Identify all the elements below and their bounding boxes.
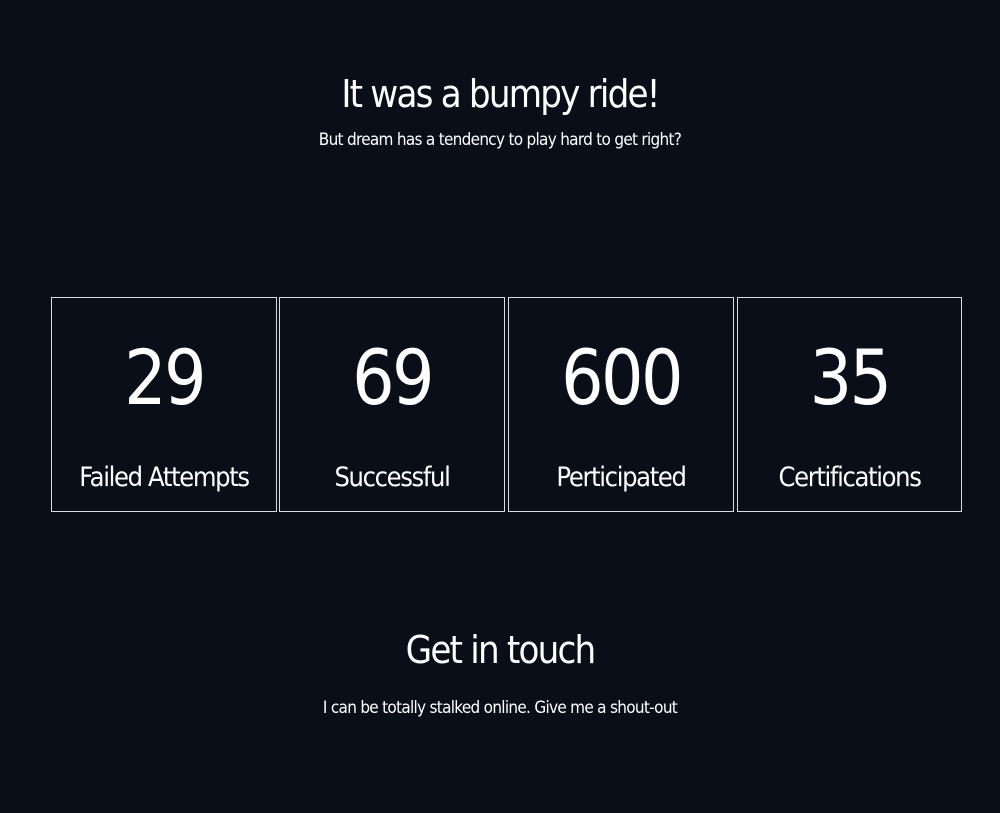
stat-card-certifications: 35 Certifications <box>737 297 962 512</box>
stats-header: It was a bumpy ride! But dream has a ten… <box>0 68 1000 152</box>
stat-value: 69 <box>352 333 434 422</box>
stat-value: 600 <box>561 333 683 422</box>
stats-grid: 29 Failed Attempts 69 Successful 600 Per… <box>51 297 962 512</box>
contact-header: Get in touch I can be totally stalked on… <box>0 624 1000 720</box>
stats-title: It was a bumpy ride! <box>341 72 660 116</box>
stat-label: Perticipated <box>556 462 687 493</box>
stat-card-participated: 600 Perticipated <box>508 297 734 512</box>
stat-card-failed-attempts: 29 Failed Attempts <box>51 297 277 512</box>
stat-value: 35 <box>809 333 892 422</box>
stat-label: Failed Attempts <box>79 462 250 493</box>
stat-label: Successful <box>334 462 450 493</box>
stat-label: Certifications <box>778 462 921 493</box>
stat-card-successful: 69 Successful <box>279 297 505 512</box>
stats-subtitle: But dream has a tendency to play hard to… <box>318 130 682 150</box>
page: It was a bumpy ride! But dream has a ten… <box>0 0 1000 813</box>
stat-value: 29 <box>124 333 206 422</box>
contact-title: Get in touch <box>405 628 597 672</box>
contact-subtitle: I can be totally stalked online. Give me… <box>322 698 678 718</box>
